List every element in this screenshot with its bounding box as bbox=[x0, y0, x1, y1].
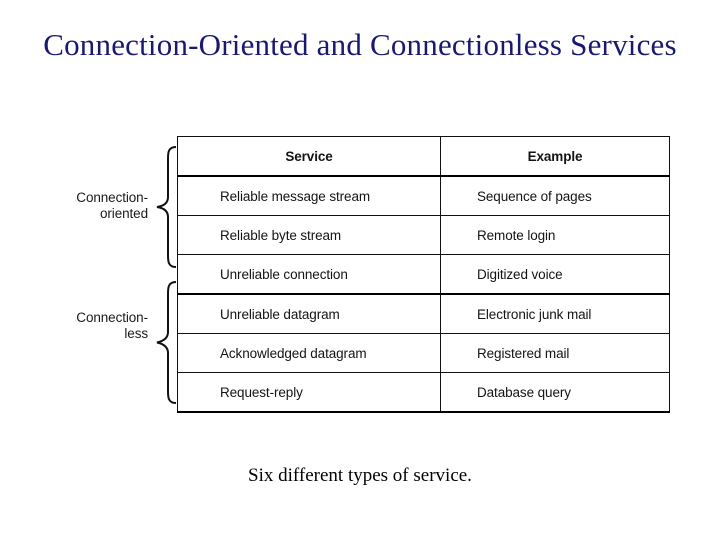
curly-brace-icon-connection-oriented bbox=[152, 145, 178, 269]
table-row: Reliable message stream Sequence of page… bbox=[177, 176, 670, 216]
table-row: Request-reply Database query bbox=[177, 372, 670, 413]
cell-service: Reliable byte stream bbox=[177, 215, 441, 255]
column-header-example: Example bbox=[440, 136, 670, 177]
cell-example: Remote login bbox=[440, 215, 670, 255]
curly-brace-icon-connectionless bbox=[152, 280, 178, 405]
table-row: Reliable byte stream Remote login bbox=[177, 215, 670, 255]
cell-service: Reliable message stream bbox=[177, 176, 441, 216]
table-header-row: Service Example bbox=[177, 136, 670, 177]
table-row: Unreliable connection Digitized voice bbox=[177, 254, 670, 295]
figure-caption: Six different types of service. bbox=[248, 465, 472, 486]
cell-example: Registered mail bbox=[440, 333, 670, 373]
page-title: Connection-Oriented and Connectionless S… bbox=[43, 27, 677, 62]
cell-example: Digitized voice bbox=[440, 254, 670, 295]
column-header-service: Service bbox=[177, 136, 441, 177]
cell-service: Acknowledged datagram bbox=[177, 333, 441, 373]
cell-service: Unreliable datagram bbox=[177, 293, 441, 334]
cell-service: Unreliable connection bbox=[177, 254, 441, 295]
group-label-line2: less bbox=[124, 326, 148, 341]
table-row: Unreliable datagram Electronic junk mail bbox=[177, 293, 670, 334]
table-row: Acknowledged datagram Registered mail bbox=[177, 333, 670, 373]
cell-example: Database query bbox=[440, 372, 670, 413]
service-table: Service Example Reliable message stream … bbox=[177, 136, 670, 413]
group-label-line2: oriented bbox=[100, 206, 148, 221]
cell-example: Electronic junk mail bbox=[440, 293, 670, 334]
group-label-line1: Connection- bbox=[76, 190, 148, 205]
group-label-connectionless: Connection- less bbox=[28, 310, 148, 342]
group-label-connection-oriented: Connection- oriented bbox=[28, 190, 148, 222]
cell-example: Sequence of pages bbox=[440, 176, 670, 216]
cell-service: Request-reply bbox=[177, 372, 441, 413]
group-label-line1: Connection- bbox=[76, 310, 148, 325]
service-types-figure: Connection- oriented Connection- less Se… bbox=[0, 130, 720, 420]
